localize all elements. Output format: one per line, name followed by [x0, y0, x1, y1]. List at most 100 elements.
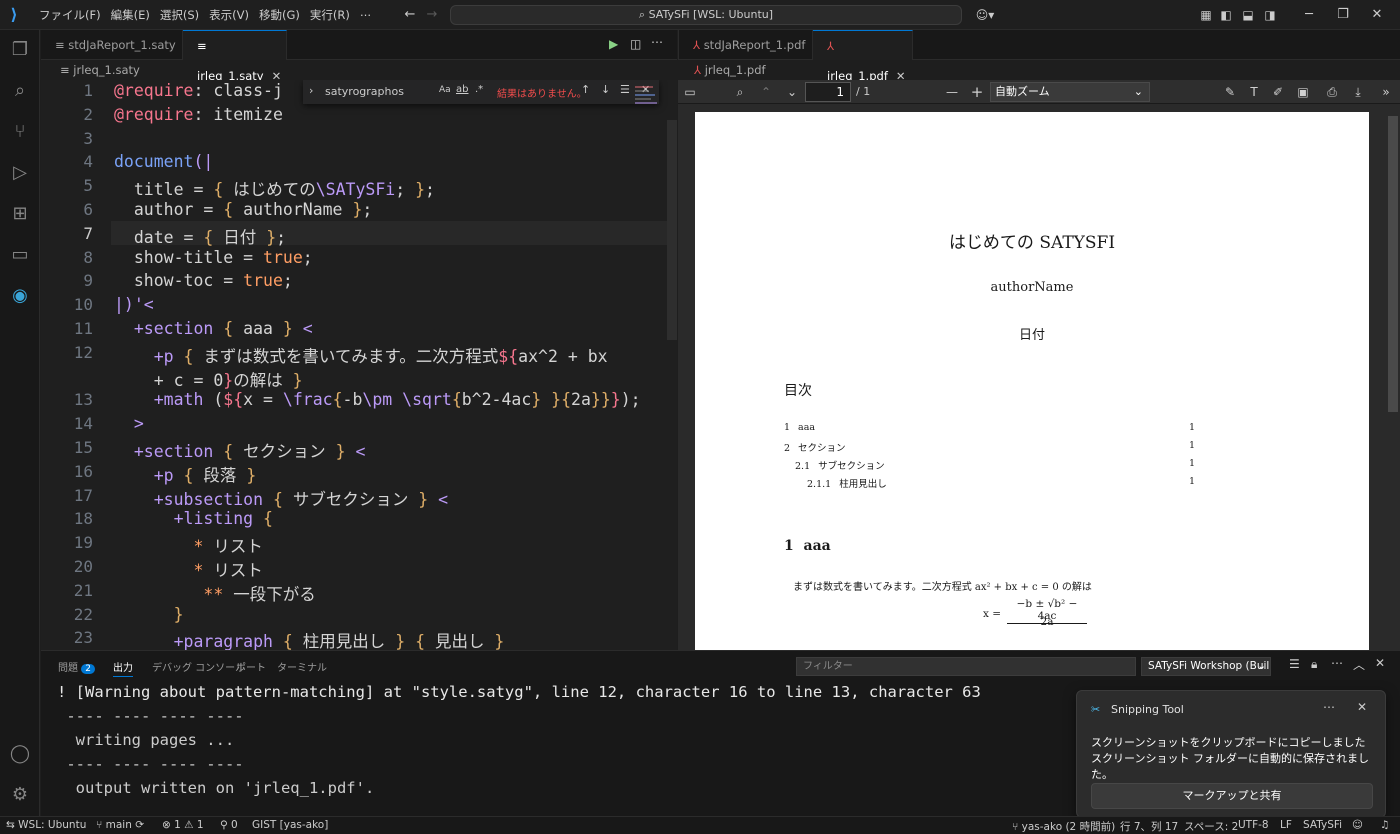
minimap[interactable]	[635, 84, 661, 110]
code-line[interactable]: +math (${x = \frac{-b\pm \sqrt{b^2-4ac} …	[114, 390, 641, 409]
code-line[interactable]: +section { aaa } <	[114, 319, 313, 338]
run-debug-icon[interactable]: ▷	[8, 161, 32, 185]
code-line[interactable]: +p { 段落 }	[114, 462, 257, 486]
code-line[interactable]: +listing {	[114, 509, 273, 528]
copilot-status-icon[interactable]: ☺	[1352, 819, 1363, 831]
more-tools-icon[interactable]: »	[1378, 84, 1394, 100]
close-window-icon[interactable]: ✕	[1354, 0, 1400, 30]
code-line[interactable]: @require: itemize	[114, 105, 283, 124]
search-icon[interactable]: ⌕	[8, 79, 32, 103]
copilot-icon[interactable]: ☺▾	[974, 7, 996, 23]
maximize-panel-icon[interactable]: ︿	[1353, 656, 1365, 673]
code-editor[interactable]: 1 @require: class-j 2 @require: itemize 3 4 do…	[41, 80, 677, 650]
edge-devtools-icon[interactable]: ◉	[8, 284, 32, 308]
toggle-panel-icon[interactable]: ⬓	[1240, 7, 1256, 23]
code-line[interactable]: document(|	[114, 152, 213, 171]
editor-scrollbar[interactable]	[667, 120, 677, 340]
draw-icon[interactable]: ✐	[1270, 84, 1286, 100]
regex-toggle[interactable]: .*	[475, 84, 483, 95]
menu-item[interactable]: 選択(S)	[155, 0, 204, 30]
output-filter-input[interactable]: フィルター	[796, 657, 1136, 676]
menu-item[interactable]: 表示(V)	[204, 0, 254, 30]
git-blame[interactable]: ⑂ yas-ako (2 時間前)	[1012, 819, 1115, 834]
zoom-select[interactable]: 自動ズーム ⌄	[990, 82, 1150, 102]
pdf-breadcrumb[interactable]: ⅄ jrleq_1.pdf	[694, 60, 766, 80]
source-control-icon[interactable]: ⑂	[8, 120, 32, 144]
markup-share-button[interactable]: マークアップと共有	[1091, 783, 1373, 809]
image-icon[interactable]: ▣	[1295, 84, 1311, 100]
next-page-icon[interactable]: ⌄	[784, 84, 800, 100]
problems-indicator[interactable]: ⊗ 1 ⚠ 1	[162, 819, 204, 831]
line-ending[interactable]: LF	[1280, 819, 1292, 831]
extensions-icon[interactable]: ⊞	[8, 202, 32, 226]
code-line[interactable]: @require: class-j	[114, 81, 283, 100]
run-icon[interactable]: ▶	[609, 37, 618, 51]
print-icon[interactable]: ⎙	[1324, 84, 1340, 100]
code-line[interactable]: +subsection { サブセクション } <	[114, 486, 448, 510]
toc-entry[interactable]: 2.1 サブセクション 1	[795, 458, 1195, 472]
settings-gear-icon[interactable]: ⚙	[8, 783, 32, 807]
find-icon[interactable]: ⌕	[732, 84, 748, 100]
toc-entry[interactable]: 1 aaa 1	[784, 422, 1195, 433]
code-line[interactable]: title = { はじめての\SATySFi; };	[114, 176, 435, 200]
menu-item[interactable]: 実行(R)	[305, 0, 355, 30]
tab-stdjareport-pdf[interactable]: ⅄ stdJaReport_1.pdf	[679, 30, 813, 60]
code-line[interactable]: +p { まずは数式を書いてみます。二次方程式${ax^2 + bx	[114, 343, 608, 367]
toggle-replace-icon[interactable]: ›	[309, 84, 313, 97]
account-icon[interactable]: ◯	[8, 742, 32, 766]
code-line[interactable]: + c = 0}の解は }	[114, 367, 303, 391]
indentation[interactable]: スペース: 2	[1184, 819, 1238, 834]
page-number-input[interactable]: 1	[805, 82, 851, 102]
cursor-position[interactable]: 行 7、列 17	[1120, 819, 1178, 834]
ports-indicator[interactable]: ⚲ 0	[220, 819, 238, 831]
toggle-secondary-sidebar-icon[interactable]: ◨	[1262, 7, 1278, 23]
code-line[interactable]: }	[114, 605, 184, 624]
code-line[interactable]: +section { セクション } <	[114, 438, 366, 462]
zoom-in-icon[interactable]: +	[969, 84, 985, 100]
text-tool-icon[interactable]: T	[1246, 84, 1262, 100]
tab-jrleq-pdf[interactable]: ⅄ jrleq_1.pdf ✕	[813, 30, 913, 83]
clear-output-icon[interactable]: ☰	[1289, 657, 1300, 671]
code-line[interactable]: author = { authorName };	[114, 200, 372, 219]
tab-output[interactable]: 出力	[113, 659, 133, 677]
tab-debug-console[interactable]: デバッグ コンソール	[152, 659, 245, 674]
toggle-sidebar-icon[interactable]: ◧	[1218, 7, 1234, 23]
zoom-out-icon[interactable]: —	[944, 84, 960, 100]
menu-item[interactable]: 移動(G)	[254, 0, 305, 30]
code-line[interactable]: |)'<	[114, 295, 154, 314]
previous-page-icon[interactable]: ⌃	[758, 84, 774, 100]
previous-match-icon[interactable]: ↑	[581, 83, 590, 96]
lock-scroll-icon[interactable]: 🔒︎	[1311, 657, 1317, 672]
find-input[interactable]: satyrographos	[325, 85, 404, 98]
more-actions-icon[interactable]: ⋯	[651, 35, 663, 49]
menu-item[interactable]: 編集(E)	[106, 0, 155, 30]
encoding[interactable]: UTF-8	[1238, 819, 1269, 831]
code-line[interactable]: +paragraph { 柱用見出し } { 見出し }	[114, 628, 505, 650]
next-match-icon[interactable]: ↓	[601, 83, 610, 96]
remote-explorer-icon[interactable]: ▭	[8, 243, 32, 267]
tab-ports[interactable]: ポート	[236, 659, 266, 674]
match-case-toggle[interactable]: Aa	[439, 85, 451, 95]
command-center[interactable]: ⌕ SATySFi [WSL: Ubuntu]	[450, 5, 962, 25]
code-line[interactable]: * リスト	[114, 557, 262, 581]
tab-problems[interactable]: 問題 2	[58, 659, 95, 674]
branch-indicator[interactable]: ⑂ main ⟳	[96, 819, 144, 831]
explorer-icon[interactable]: ❐	[8, 38, 32, 62]
code-line[interactable]: >	[114, 414, 144, 433]
language-mode[interactable]: SATySFi	[1303, 819, 1342, 831]
toast-close-icon[interactable]: ✕	[1357, 700, 1367, 714]
whole-word-toggle[interactable]: ab	[456, 84, 468, 95]
toc-entry[interactable]: 2 セクション 1	[784, 440, 1195, 454]
output-channel-select[interactable]: SATySFi Workshop (Buil ⌄	[1141, 657, 1271, 676]
menu-item[interactable]: ⋯	[355, 0, 377, 30]
back-arrow-icon[interactable]: ←	[398, 7, 422, 22]
code-line[interactable]: show-toc = true;	[114, 271, 293, 290]
code-line[interactable]: date = { 日付 };	[114, 224, 286, 248]
forward-arrow-icon[interactable]: →	[420, 7, 444, 22]
remote-indicator[interactable]: ⇆ WSL: Ubuntu	[6, 819, 86, 831]
split-editor-icon[interactable]: ◫	[630, 37, 641, 51]
find-in-selection-icon[interactable]: ☰	[620, 83, 630, 96]
code-line[interactable]: show-title = true;	[114, 248, 313, 267]
highlight-icon[interactable]: ✎	[1222, 84, 1238, 100]
code-line[interactable]: ** 一段下がる	[114, 581, 315, 605]
